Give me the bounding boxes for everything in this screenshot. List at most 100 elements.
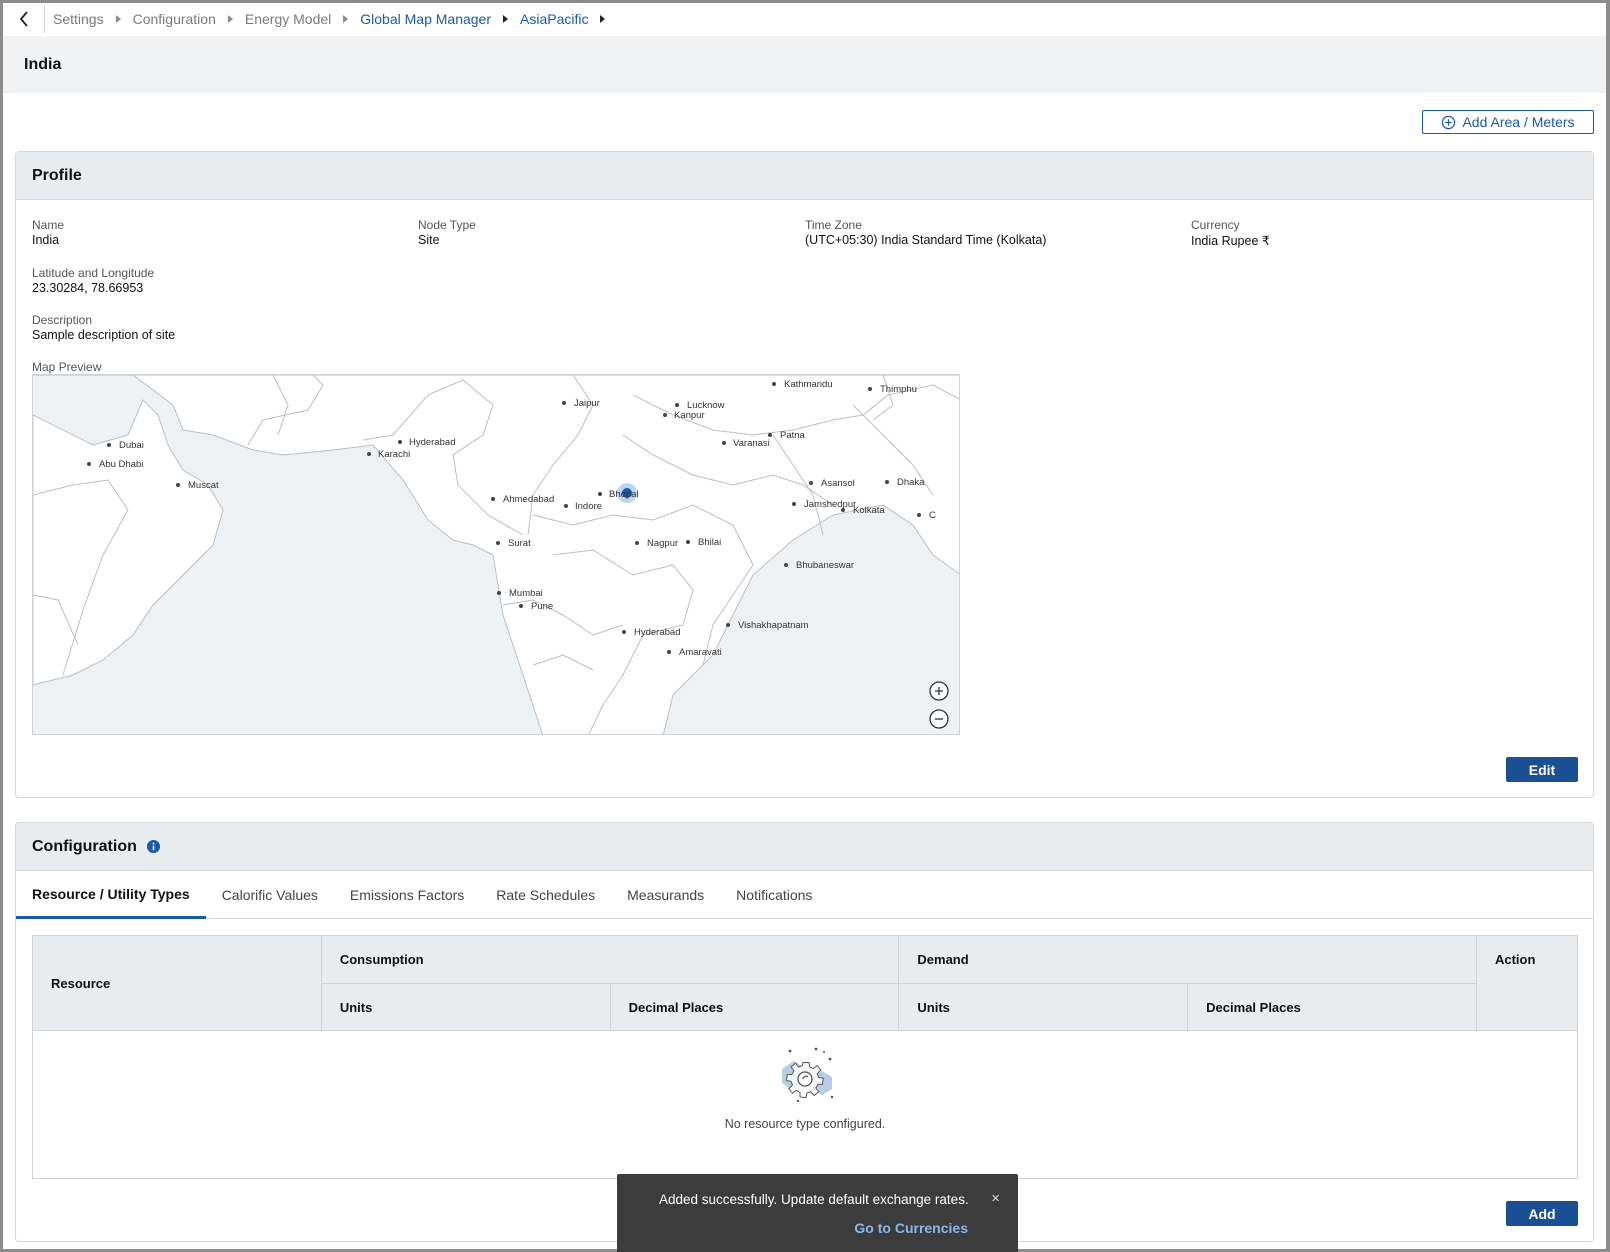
name-field: Name India [32,218,64,247]
time-zone-value: (UTC+05:30) India Standard Time (Kolkata… [805,233,1047,247]
city-label: Muscat [188,480,219,491]
empty-state: No resource type configured. [32,1031,1578,1179]
column-header-demand-units: Units [898,983,1189,1031]
city-label: Hyderabad [634,627,680,638]
time-zone-field: Time Zone (UTC+05:30) India Standard Tim… [805,218,1046,247]
info-icon[interactable] [146,839,161,854]
name-value: India [32,233,60,247]
description-value: Sample description of site [32,328,176,342]
latlng-field: Latitude and Longitude 23.30284, 78.6695… [32,266,154,295]
column-header-consumption-units: Units [320,983,611,1031]
breadcrumb-energy-model[interactable]: Energy Model [245,11,331,27]
description-label: Description [32,313,93,327]
latlng-label: Latitude and Longitude [32,266,155,280]
plus-circle-icon [1442,115,1456,129]
city-label: Nagpur [647,538,678,549]
close-icon[interactable]: × [991,1190,1000,1207]
city-label: Kathmandu [784,379,833,390]
city-label: Mumbai [509,588,543,599]
tab-rate-schedules[interactable]: Rate Schedules [480,871,611,919]
breadcrumb-global-map-manager[interactable]: Global Map Manager [360,11,491,27]
city-label: Thimphu [880,384,917,395]
tab-measurands[interactable]: Measurands [611,871,720,919]
city-label: Kanpur [674,410,705,421]
city-label: Hyderabad [409,437,455,448]
empty-state-message: No resource type configured. [724,1117,886,1131]
currency-value: India Rupee ₹ [1191,234,1270,248]
go-to-currencies-link[interactable]: Go to Currencies [854,1220,968,1236]
column-header-action: Action [1475,935,1579,1031]
city-label: Patna [780,430,806,441]
breadcrumb-asiapacific[interactable]: AsiaPacific [520,11,588,27]
add-button[interactable]: Add [1506,1201,1578,1226]
breadcrumb-expand-icon[interactable] [600,15,606,23]
city-label: Asansol [821,478,855,489]
configuration-heading: Configuration [32,837,137,855]
breadcrumb-separator-icon [343,15,349,23]
city-label: Indore [575,501,602,512]
toast-message: Added successfully. Update default excha… [659,1192,969,1207]
tab-calorific-values[interactable]: Calorific Values [206,871,334,919]
toast-notification: Added successfully. Update default excha… [617,1174,1018,1252]
city-label: Bhubaneswar [796,560,854,571]
city-label: Pune [531,601,553,612]
city-label: Varanasi [733,438,770,449]
currency-label: Currency [1191,218,1240,232]
map-preview-label: Map Preview [32,360,102,374]
name-label: Name [32,218,65,232]
breadcrumb-separator-icon [227,15,233,23]
map-preview[interactable]: Kathmandu Thimphu Jaipur Lucknow Kanpur … [32,374,960,735]
currency-field: Currency India Rupee ₹ [1191,218,1270,248]
tab-emissions-factors[interactable]: Emissions Factors [334,871,480,919]
city-label: Bhopal [609,489,639,500]
city-label: Amaravati [679,647,722,658]
profile-card: Profile Name India Node Type Site Time Z… [15,151,1594,798]
node-type-field: Node Type Site [418,218,476,247]
configuration-tabs: Resource / Utility Types Calorific Value… [16,871,1593,919]
city-label: Ahmedabad [503,494,554,505]
city-label: Abu Dhabi [99,459,143,470]
configuration-header: Configuration [16,823,1593,871]
add-area-meters-label: Add Area / Meters [1462,114,1575,130]
description-field: Description Sample description of site [32,313,175,342]
city-label: Bhilai [698,537,721,548]
breadcrumb-settings[interactable]: Settings [53,11,104,27]
city-label: Dhaka [897,477,925,488]
map-canvas[interactable]: Kathmandu Thimphu Jaipur Lucknow Kanpur … [33,375,960,735]
profile-heading: Profile [16,152,1593,200]
time-zone-label: Time Zone [805,218,862,232]
zoom-out-button[interactable] [929,709,949,729]
page-header: India [3,36,1606,93]
breadcrumb: Settings Configuration Energy Model Glob… [45,11,617,27]
column-header-resource: Resource [32,935,322,1031]
tab-resource-utility-types[interactable]: Resource / Utility Types [16,871,206,919]
tab-notifications[interactable]: Notifications [720,871,828,919]
column-header-consumption: Consumption [320,935,900,984]
city-label: Jaipur [574,398,600,409]
column-header-demand-decimal-places: Decimal Places [1187,983,1477,1031]
page-title: India [24,55,62,73]
resource-table: Resource Consumption Demand Action Units… [32,935,1579,1031]
city-label: Surat [508,538,531,549]
breadcrumb-separator-icon [115,15,121,23]
latlng-value: 23.30284, 78.66953 [32,281,144,295]
city-label: Dubai [119,440,144,451]
city-label: Karachi [378,449,410,460]
node-type-value: Site [418,233,440,247]
city-label: Kolkata [853,505,885,516]
edit-button[interactable]: Edit [1506,757,1578,782]
city-label: C [929,510,936,521]
chevron-left-icon [19,11,28,27]
map-preview-label-wrap: Map Preview [32,360,101,374]
breadcrumb-configuration[interactable]: Configuration [133,11,216,27]
back-button[interactable] [3,5,45,33]
city-label: Jamshedpur [804,499,856,510]
city-label: Vishakhapatnam [738,620,809,631]
add-area-meters-button[interactable]: Add Area / Meters [1422,110,1594,134]
breadcrumb-bar: Settings Configuration Energy Model Glob… [3,3,1606,35]
breadcrumb-separator-icon [503,15,509,23]
column-header-demand: Demand [898,935,1477,984]
column-header-consumption-decimal-places: Decimal Places [609,983,900,1031]
node-type-label: Node Type [418,218,476,232]
zoom-in-button[interactable] [929,681,949,701]
